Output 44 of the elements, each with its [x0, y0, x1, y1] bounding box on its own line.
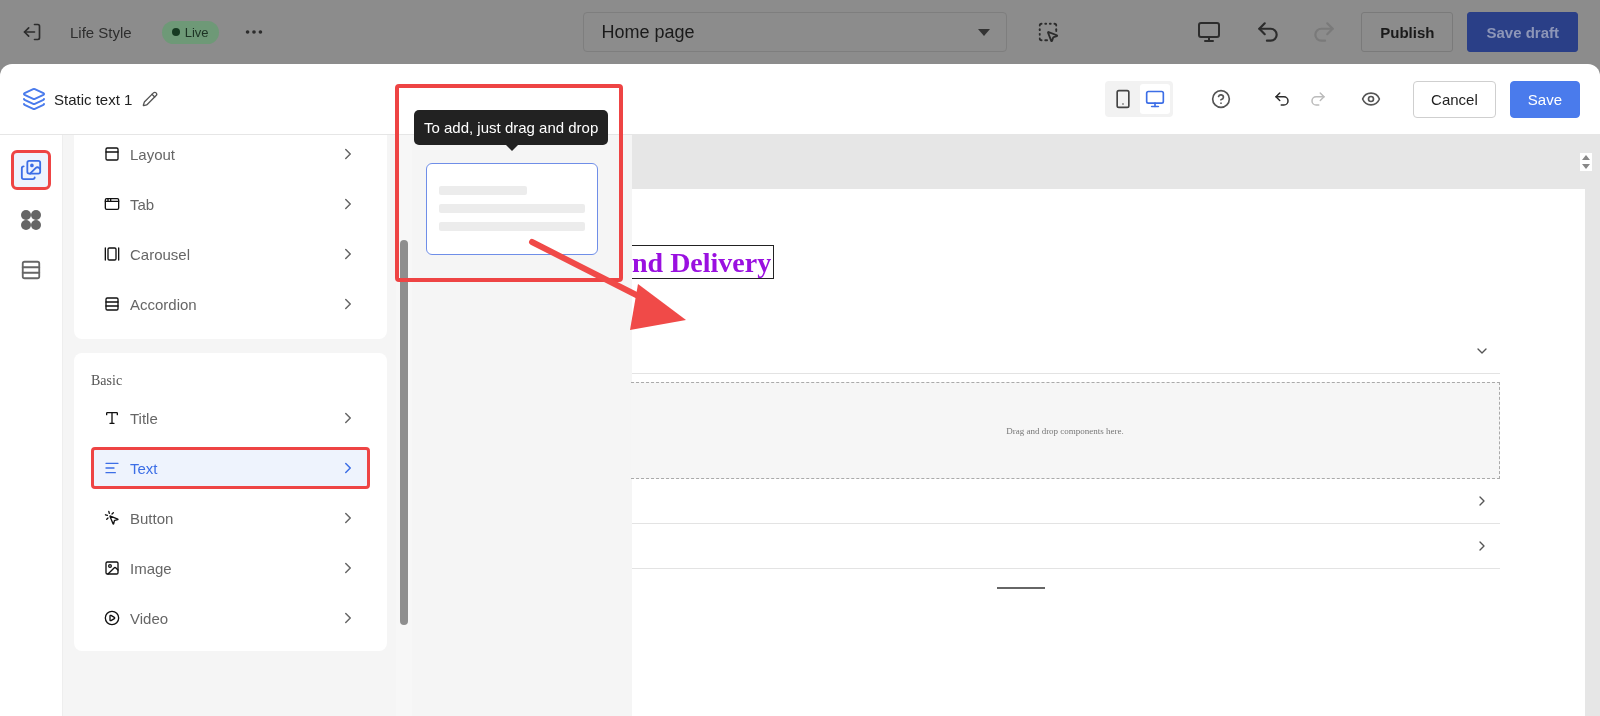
images-icon[interactable]: [11, 150, 51, 190]
publish-button[interactable]: Publish: [1361, 12, 1454, 52]
title-icon: [104, 410, 120, 426]
page-heading: nd Delivery: [632, 245, 775, 279]
component-item[interactable]: Button: [91, 497, 370, 539]
drop-zone: Drag and drop components here.: [631, 382, 1500, 479]
save-draft-button[interactable]: Save draft: [1467, 12, 1578, 52]
accordion-icon: [104, 296, 120, 312]
tab-icon: [104, 196, 120, 212]
text-preview-card[interactable]: [426, 163, 598, 255]
preview-icon[interactable]: [1361, 89, 1382, 109]
component-item[interactable]: Image: [91, 547, 370, 589]
status-badge: Live: [161, 20, 219, 44]
component-item[interactable]: Text: [91, 447, 370, 489]
layout-icon: [104, 146, 120, 162]
video-icon: [104, 610, 120, 626]
resize-icon[interactable]: [1580, 153, 1592, 171]
caret-icon: [977, 28, 990, 36]
component-item[interactable]: Tab: [91, 183, 370, 225]
site-name: Life Style: [70, 23, 132, 41]
cancel-button[interactable]: Cancel: [1413, 80, 1496, 118]
button-icon: [104, 510, 120, 526]
tooltip-tail: [506, 145, 518, 151]
page-select[interactable]: Home page: [582, 12, 1007, 52]
select-icon[interactable]: [1036, 21, 1059, 43]
monitor-icon[interactable]: [1197, 20, 1222, 44]
edit-icon[interactable]: [142, 91, 159, 107]
component-item[interactable]: Title: [91, 397, 370, 439]
component-title: Static text 1: [54, 90, 133, 108]
component-item[interactable]: Carousel: [91, 233, 370, 275]
desktop-view-icon[interactable]: [1140, 84, 1171, 114]
layers-icon: [22, 87, 46, 111]
undo-icon[interactable]: [1273, 90, 1292, 108]
carousel-icon: [104, 246, 120, 262]
image-icon: [104, 560, 120, 576]
save-button[interactable]: Save: [1509, 80, 1580, 118]
exit-icon[interactable]: [22, 22, 42, 42]
component-item[interactable]: Layout: [91, 135, 370, 175]
group-heading: Basic: [91, 373, 124, 389]
help-icon[interactable]: [1211, 89, 1232, 109]
component-item[interactable]: Accordion: [91, 283, 370, 325]
text-icon: [104, 460, 120, 476]
component-item[interactable]: Video: [91, 597, 370, 639]
divider-handle: [997, 587, 1045, 589]
